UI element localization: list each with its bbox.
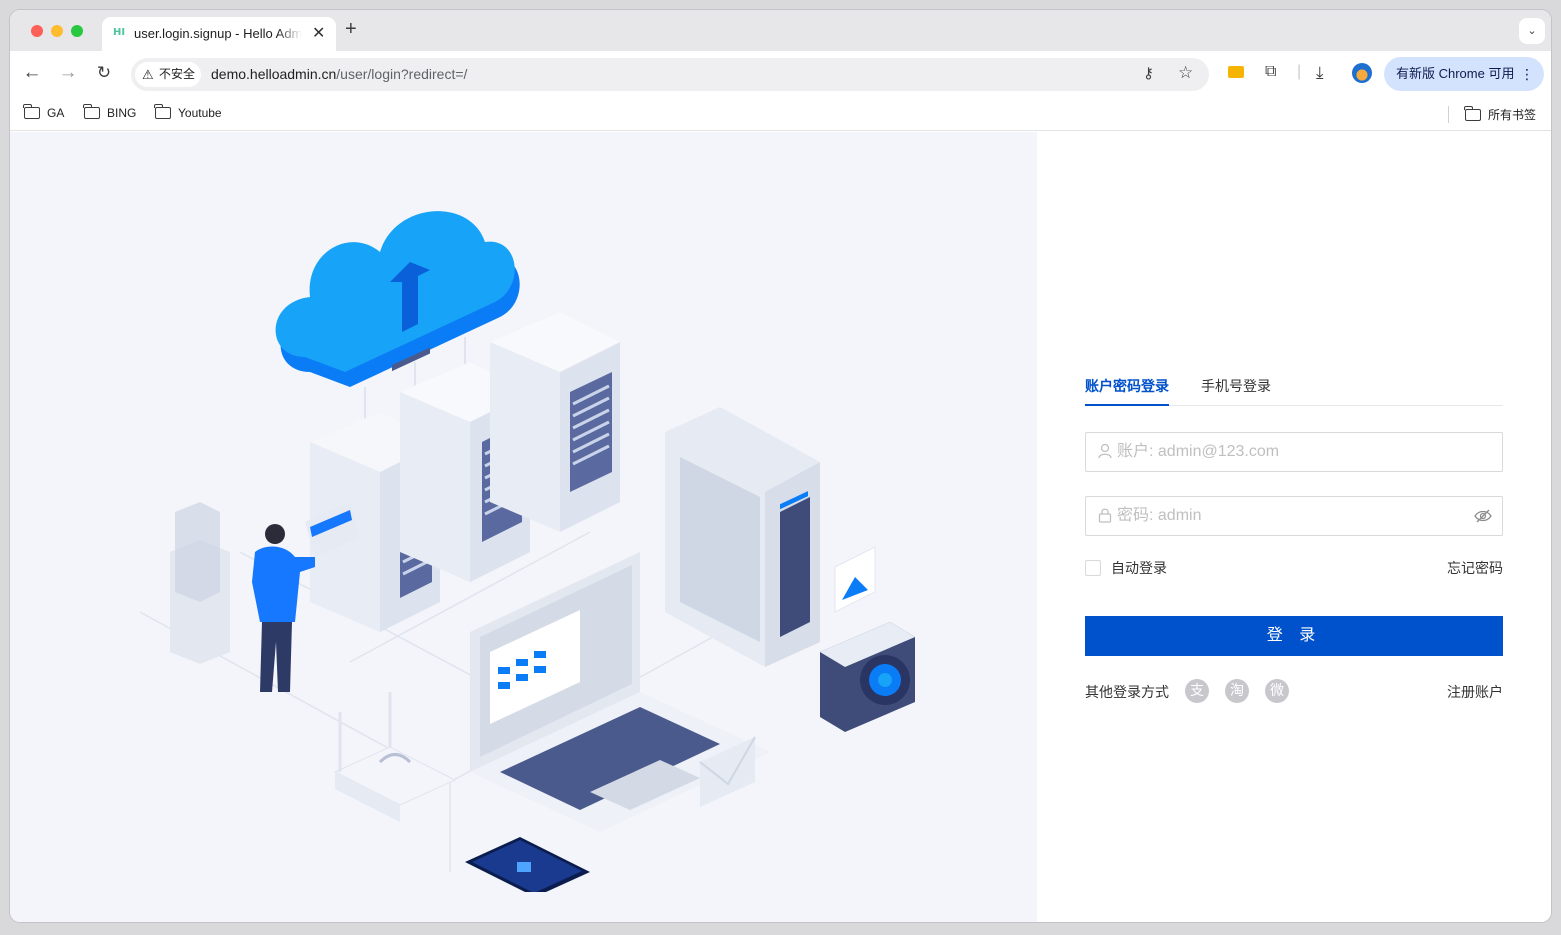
- tab-favicon-icon: HI: [113, 27, 126, 38]
- login-panel: 账户密码登录 手机号登录 账户: admin@123.com 自动登录 忘记密码…: [1037, 132, 1551, 922]
- illustration-panel: [10, 132, 1037, 922]
- more-menu-icon[interactable]: ⋮: [1520, 57, 1534, 91]
- folder-icon: [23, 104, 40, 119]
- bookmark-folder-bing[interactable]: BING: [83, 104, 137, 120]
- bookmark-folder-ga[interactable]: GA: [23, 104, 65, 120]
- eye-off-icon[interactable]: [1474, 508, 1492, 524]
- database-stack-icon: [170, 502, 230, 664]
- download-icon[interactable]: ⤓: [1316, 63, 1324, 83]
- account-input[interactable]: [1117, 433, 1457, 471]
- bookmarks-divider: [1448, 106, 1449, 123]
- phone-lock-icon: [465, 837, 590, 892]
- remember-me[interactable]: 自动登录: [1085, 558, 1167, 578]
- browser-toolbar: ← → ↻ ⚠ 不安全 demo.helloadmin.cn/user/logi…: [10, 51, 1551, 97]
- warning-triangle-icon: ⚠: [142, 67, 154, 82]
- password-input[interactable]: [1117, 497, 1457, 535]
- profile-avatar[interactable]: [1352, 63, 1372, 83]
- tab-account-login[interactable]: 账户密码登录: [1085, 376, 1169, 396]
- bookmarks-bar: GA BING Youtube 所有书签: [10, 97, 1551, 131]
- back-arrow-icon[interactable]: ←: [21, 62, 43, 84]
- chrome-update-button[interactable]: 有新版 Chrome 可用 ⋮: [1384, 57, 1544, 91]
- remember-checkbox[interactable]: [1085, 560, 1101, 576]
- bookmark-label: Youtube: [178, 106, 222, 120]
- account-field: [1085, 432, 1503, 472]
- toolbar-divider: |: [1297, 63, 1302, 80]
- folder-icon: [83, 104, 100, 119]
- login-tabs: 账户密码登录 手机号登录: [1085, 372, 1503, 406]
- tab-search-chevron-icon[interactable]: ⌄: [1519, 18, 1545, 44]
- password-field: [1085, 496, 1503, 536]
- extension-icon[interactable]: [1228, 66, 1244, 78]
- new-tab-button[interactable]: +: [345, 19, 357, 39]
- security-chip[interactable]: ⚠ 不安全: [135, 62, 201, 87]
- tab-close-icon[interactable]: ✕: [312, 23, 325, 43]
- folder-icon: [1464, 105, 1481, 121]
- tab-title: user.login.signup - Hello Admin: [134, 26, 302, 41]
- update-label: 有新版 Chrome 可用: [1396, 66, 1515, 81]
- password-key-icon[interactable]: ⚷: [1143, 64, 1154, 82]
- other-login-methods-label: 其他登录方式: [1085, 684, 1169, 700]
- lock-icon: [1098, 508, 1112, 523]
- page-content: 账户密码登录 手机号登录 账户: admin@123.com 自动登录 忘记密码…: [10, 132, 1551, 922]
- url-host: demo.helloadmin.cn: [211, 66, 337, 82]
- puzzle-extensions-icon[interactable]: ⧉: [1265, 63, 1276, 81]
- camera-icon: [820, 622, 915, 732]
- folder-icon: [154, 104, 171, 119]
- browser-window: HI user.login.signup - Hello Admin ✕ + ⌄…: [10, 10, 1551, 922]
- user-icon: [1098, 443, 1112, 459]
- register-account-link[interactable]: 注册账户: [1447, 682, 1503, 702]
- server-cabinet-icon: [665, 407, 820, 667]
- taobao-icon[interactable]: 淘: [1225, 679, 1249, 703]
- bookmark-star-icon[interactable]: ☆: [1178, 63, 1193, 83]
- tab-phone-login[interactable]: 手机号登录: [1201, 376, 1271, 396]
- browser-tab-active[interactable]: HI user.login.signup - Hello Admin ✕: [102, 17, 336, 51]
- minimize-window-button[interactable]: [51, 25, 63, 37]
- bookmark-folder-youtube[interactable]: Youtube: [154, 104, 222, 120]
- active-tab-indicator: [1085, 404, 1169, 406]
- login-submit-button[interactable]: 登 录: [1085, 616, 1503, 656]
- alipay-icon[interactable]: 支: [1185, 679, 1209, 703]
- bookmark-label: BING: [107, 106, 137, 120]
- all-bookmarks-label: 所有书签: [1488, 108, 1537, 122]
- forgot-password-link[interactable]: 忘记密码: [1447, 558, 1503, 578]
- server-rack-icon: [490, 312, 620, 532]
- remember-label: 自动登录: [1111, 560, 1167, 576]
- url-text[interactable]: demo.helloadmin.cn/user/login?redirect=/: [211, 66, 467, 82]
- router-wifi-icon: [333, 692, 457, 822]
- maximize-window-button[interactable]: [71, 25, 83, 37]
- close-window-button[interactable]: [31, 25, 43, 37]
- server-cloud-illustration: [139, 211, 915, 892]
- url-path: /user/login?redirect=/: [336, 66, 468, 82]
- reload-icon[interactable]: ↻: [93, 62, 115, 84]
- tab-strip: HI user.login.signup - Hello Admin ✕ + ⌄: [10, 10, 1551, 51]
- forward-arrow-icon[interactable]: →: [57, 62, 79, 84]
- image-frame-icon: [834, 546, 876, 613]
- bookmark-label: GA: [47, 106, 65, 120]
- weibo-icon[interactable]: 微: [1265, 679, 1289, 703]
- security-label: 不安全: [159, 67, 196, 81]
- address-bar[interactable]: ⚠ 不安全 demo.helloadmin.cn/user/login?redi…: [131, 58, 1209, 91]
- all-bookmarks-button[interactable]: 所有书签: [1464, 105, 1537, 123]
